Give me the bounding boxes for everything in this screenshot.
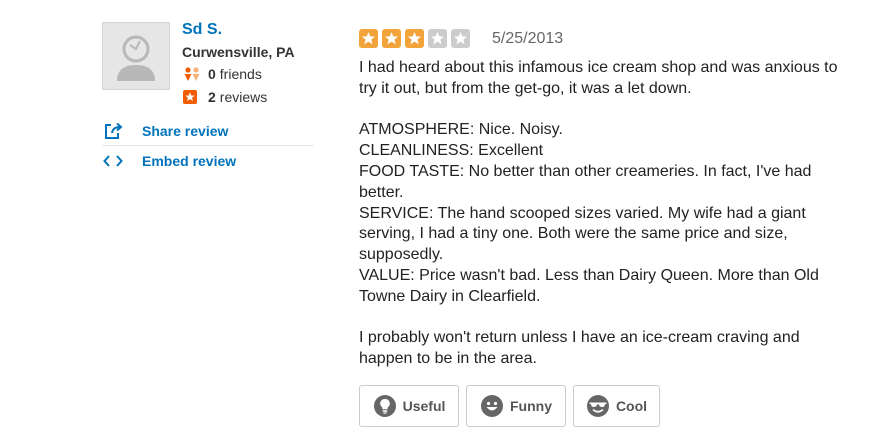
review-paragraph: VALUE: Price wasn't bad. Less than Dairy…	[359, 266, 819, 305]
review-paragraph: SERVICE: The hand scooped sizes varied. …	[359, 204, 806, 264]
funny-button[interactable]: Funny	[466, 385, 566, 427]
friends-count: 0	[208, 66, 216, 82]
review-paragraph: CLEANLINESS: Excellent	[359, 142, 544, 160]
review-paragraph	[359, 308, 849, 329]
share-icon	[102, 122, 124, 140]
review-paragraph	[359, 100, 849, 121]
review-paragraph: I probably won't return unless I have an…	[359, 329, 800, 368]
reviews-stat: 2 reviews	[182, 89, 267, 105]
user-location: Curwensville, PA	[182, 44, 295, 60]
star-icon	[428, 29, 447, 48]
friends-icon	[182, 66, 202, 82]
star-icon	[359, 29, 378, 48]
useful-label: Useful	[402, 398, 446, 414]
review-paragraph: ATMOSPHERE: Nice. Noisy.	[359, 121, 563, 139]
cool-label: Cool	[615, 398, 648, 414]
sunglasses-icon	[586, 395, 609, 417]
star-icon	[382, 29, 401, 48]
star-icon	[405, 29, 424, 48]
user-avatar[interactable]	[102, 22, 170, 90]
star-rating	[359, 29, 474, 48]
review-star-icon	[182, 89, 202, 105]
friends-label: friends	[219, 66, 262, 82]
share-review-label: Share review	[142, 123, 229, 139]
funny-label: Funny	[510, 398, 552, 414]
share-review-button[interactable]: Share review	[102, 117, 314, 146]
user-name-link[interactable]: Sd S.	[182, 21, 222, 39]
embed-code-icon	[102, 152, 124, 170]
useful-button[interactable]: Useful	[359, 385, 459, 427]
reviews-count: 2	[208, 89, 216, 105]
friends-stat: 0 friends	[182, 66, 262, 82]
cool-button[interactable]: Cool	[573, 385, 660, 427]
review-text: I had heard about this infamous ice crea…	[359, 58, 849, 370]
reviews-label: reviews	[219, 89, 268, 105]
star-icon	[451, 29, 470, 48]
embed-review-button[interactable]: Embed review	[102, 147, 314, 175]
lightbulb-icon	[373, 395, 396, 417]
review-paragraph: FOOD TASTE: No better than other creamer…	[359, 162, 812, 201]
default-avatar-icon	[117, 35, 155, 81]
embed-review-label: Embed review	[142, 153, 237, 169]
smiley-icon	[481, 395, 503, 417]
review-paragraph: I had heard about this infamous ice crea…	[359, 59, 838, 97]
review-date: 5/25/2013	[492, 30, 564, 47]
